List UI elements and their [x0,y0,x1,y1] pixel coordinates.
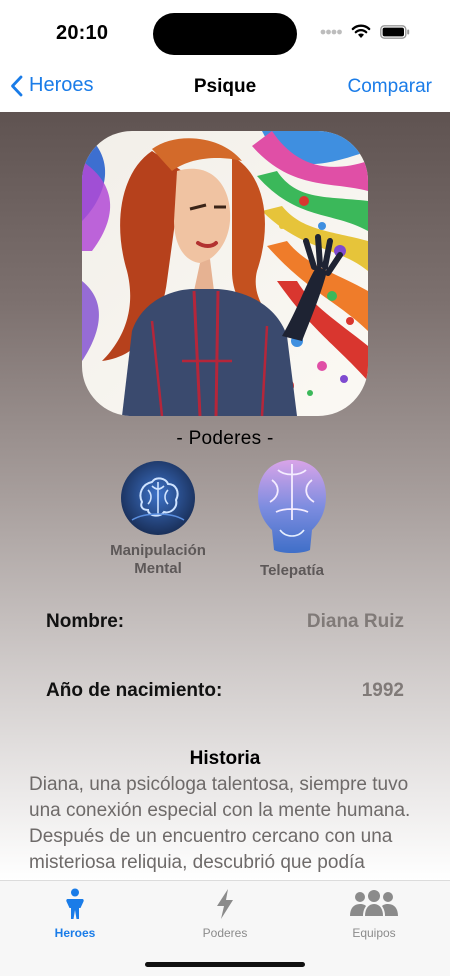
info-row-birth-year: Año de nacimiento: 1992 [46,680,404,702]
compare-button[interactable]: Comparar [348,76,432,98]
battery-icon [380,24,410,39]
power-label: Telepatía [260,562,324,579]
brain-circle-icon [121,461,195,535]
tab-label: Heroes [54,926,96,940]
status-bar: 20:10 [0,0,450,62]
navigation-bar: Heroes Psique Comparar [0,62,450,112]
person-icon [66,888,84,919]
tab-label: Poderes [202,926,248,940]
group-icon [350,890,398,916]
dynamic-island [153,13,297,55]
hero-portrait-image [82,131,368,416]
tab-poderes[interactable]: Poderes [165,887,285,940]
status-icons [320,24,410,39]
birth-year-label: Año de nacimiento: [46,680,223,701]
tab-label: Equipos [352,926,396,940]
bolt-icon [217,889,233,919]
tab-equipos[interactable]: Equipos [314,887,434,940]
power-label: Manipulación Mental [110,542,206,577]
name-value: Diana Ruiz [306,611,404,632]
power-item-mental-manipulation[interactable]: Manipulación Mental [103,460,213,578]
home-indicator[interactable] [145,962,305,967]
story-text: Diana, una psicóloga talentosa, siempre … [29,774,411,873]
hero-detail-content[interactable]: - Poderes - Manipulación Mental Telepatí… [0,112,450,880]
signal-dots-icon [320,29,342,34]
story-title: Historia [189,748,261,769]
birth-year-value: 1992 [361,680,404,701]
head-brain-icon [258,460,326,553]
wifi-icon [351,24,371,38]
info-row-name: Nombre: Diana Ruiz [46,611,404,633]
power-item-telepathy[interactable]: Telepatía [237,458,347,580]
tab-heroes[interactable]: Heroes [15,887,135,940]
status-time: 20:10 [56,22,109,44]
powers-section-title: - Poderes - [176,428,274,449]
name-label: Nombre: [46,611,125,632]
